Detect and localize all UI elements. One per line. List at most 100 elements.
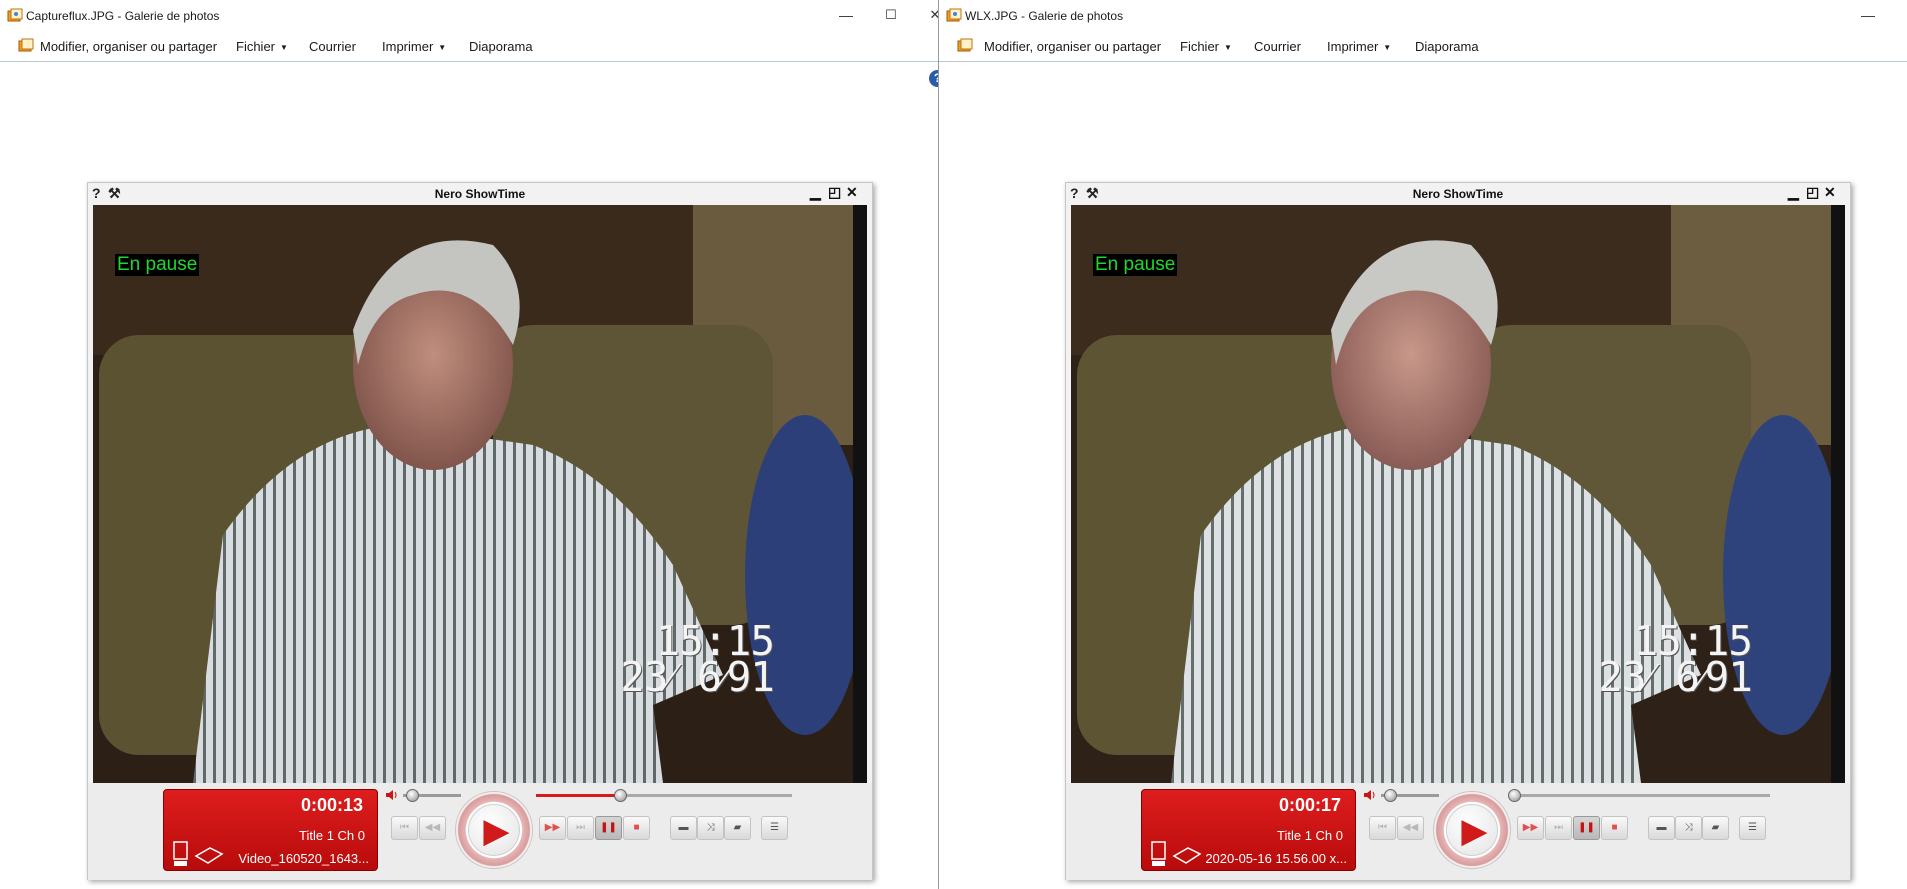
paused-indicator: En pause: [115, 254, 200, 276]
player-controls: 0:00:13 Title 1 Ch 0 Video_160520_1643..…: [88, 783, 872, 880]
menu-mail[interactable]: Courrier: [1254, 39, 1301, 54]
volume-icon[interactable]: [385, 789, 399, 801]
menu-mail[interactable]: Courrier: [309, 39, 356, 54]
volume-slider-thumb[interactable]: [1384, 789, 1397, 802]
file-source-icon: [1151, 841, 1202, 866]
play-control: ▶: [1433, 791, 1511, 869]
time-display: 0:00:17 Title 1 Ch 0 2020-05-16 15.56.00…: [1141, 789, 1356, 871]
skip-forward-icon[interactable]: ⏭: [1545, 816, 1572, 840]
help-icon[interactable]: ?: [929, 70, 938, 87]
menu-slideshow[interactable]: Diaporama: [1415, 39, 1479, 54]
step-back-icon[interactable]: ◀◀: [419, 816, 446, 840]
seek-bar[interactable]: [1508, 789, 1770, 802]
player-title-bar: ? ⚒ Nero ShowTime ▁ ◰ ✕: [88, 183, 872, 205]
seek-bar-thumb[interactable]: [614, 789, 627, 802]
skip-forward-icon[interactable]: ⏭: [567, 816, 594, 840]
menu-file[interactable]: Fichier ▼: [236, 39, 288, 54]
play-icon[interactable]: ▶: [1446, 804, 1498, 856]
shuffle-icon[interactable]: ⤨: [1675, 816, 1702, 840]
elapsed-time: 0:00:17: [1278, 795, 1341, 815]
pause-icon[interactable]: ❚❚: [1573, 816, 1600, 840]
menu-file[interactable]: Fichier ▼: [1180, 39, 1232, 54]
skip-back-icon[interactable]: ⏮: [1369, 816, 1396, 840]
player-minimize-button[interactable]: ▁: [810, 184, 821, 201]
player-close-button[interactable]: ✕: [846, 184, 858, 201]
menu-print[interactable]: Imprimer ▼: [382, 39, 446, 54]
play-icon[interactable]: ▶: [468, 804, 520, 856]
chevron-down-icon: ▼: [1383, 43, 1392, 53]
folder-icon[interactable]: ▰: [724, 816, 751, 840]
step-forward-icon[interactable]: ▶▶: [539, 816, 566, 840]
player-close-button[interactable]: ✕: [1824, 184, 1836, 201]
gallery-app-icon: [946, 8, 962, 22]
chevron-down-icon: ▼: [438, 43, 447, 53]
filename: 2020-05-16 15.56.00 x...: [1205, 851, 1347, 866]
player-title: Nero ShowTime: [434, 187, 526, 201]
skip-back-icon[interactable]: ⏮: [391, 816, 418, 840]
photo-gallery-window-left: Captureflux.JPG - Galerie de photos — ☐ …: [0, 0, 938, 889]
title-chapter-info: Title 1 Ch 0: [1277, 828, 1343, 843]
organise-icon: [957, 38, 973, 52]
chevron-down-icon: ▼: [1224, 43, 1232, 53]
title-chapter-info: Title 1 Ch 0: [299, 828, 365, 843]
video-osd-date: 23⁄ 6⁄91: [1598, 653, 1753, 701]
time-display: 0:00:13 Title 1 Ch 0 Video_160520_1643..…: [163, 789, 378, 871]
seek-bar-thumb[interactable]: [1508, 789, 1521, 802]
step-forward-icon[interactable]: ▶▶: [1517, 816, 1544, 840]
photo-gallery-window-right: WLX.JPG - Galerie de photos — Modifier, …: [938, 0, 1907, 889]
menu-print[interactable]: Imprimer ▼: [1327, 39, 1391, 54]
repeat-icon[interactable]: ▬: [1648, 816, 1675, 840]
elapsed-time: 0:00:13: [300, 795, 363, 815]
folder-icon[interactable]: ▰: [1702, 816, 1729, 840]
play-control: ▶: [455, 791, 533, 869]
playlist-icon[interactable]: ☰: [1739, 816, 1766, 840]
video-osd-date: 23⁄ 6⁄91: [620, 653, 775, 701]
menu-organise[interactable]: Modifier, organiser ou partager: [40, 39, 217, 54]
nero-showtime-window: ? ⚒ Nero ShowTime ▁ ◰ ✕ En pause 15:15 2…: [87, 182, 873, 880]
menu-organise[interactable]: Modifier, organiser ou partager: [984, 39, 1161, 54]
maximize-button[interactable]: ☐: [878, 4, 904, 26]
pause-icon[interactable]: ❚❚: [595, 816, 622, 840]
stop-icon[interactable]: ■: [623, 816, 650, 840]
step-back-icon[interactable]: ◀◀: [1397, 816, 1424, 840]
menu-slideshow[interactable]: Diaporama: [469, 39, 533, 54]
menu-print-label: Imprimer: [1327, 39, 1379, 54]
minimize-button[interactable]: —: [1855, 4, 1881, 26]
player-minimize-button[interactable]: ▁: [1788, 184, 1799, 201]
video-frame[interactable]: En pause 15:15 23⁄ 6⁄91: [1071, 205, 1845, 783]
close-button[interactable]: ✕: [922, 4, 938, 26]
menu-print-label: Imprimer: [382, 39, 434, 54]
gallery-app-icon: [7, 8, 23, 22]
organise-icon: [18, 38, 34, 52]
window-title: WLX.JPG - Galerie de photos: [965, 9, 1124, 23]
player-restore-button[interactable]: ◰: [1806, 184, 1819, 201]
playlist-icon[interactable]: ☰: [761, 816, 788, 840]
minimize-button[interactable]: —: [833, 4, 859, 26]
file-source-icon: [173, 841, 224, 866]
command-bar: Modifier, organiser ou partager Fichier ▼…: [0, 32, 938, 87]
repeat-icon[interactable]: ▬: [670, 816, 697, 840]
player-title-bar: ? ⚒ Nero ShowTime ▁ ◰ ✕: [1066, 183, 1850, 205]
paused-indicator: En pause: [1093, 254, 1178, 276]
filename: Video_160520_1643...: [238, 851, 369, 866]
menu-file-label: Fichier: [236, 39, 276, 54]
window-title-bar: Captureflux.JPG - Galerie de photos — ☐ …: [0, 0, 938, 32]
seek-bar[interactable]: [536, 789, 792, 802]
player-restore-button[interactable]: ◰: [828, 184, 841, 201]
command-bar: Modifier, organiser ou partager Fichier ▼…: [939, 32, 1907, 62]
volume-slider-thumb[interactable]: [406, 789, 419, 802]
window-title: Captureflux.JPG - Galerie de photos: [26, 9, 220, 23]
menu-file-label: Fichier: [1180, 39, 1220, 54]
seek-bar-progress: [536, 794, 620, 797]
window-title-bar: WLX.JPG - Galerie de photos —: [939, 0, 1907, 32]
nero-showtime-window: ? ⚒ Nero ShowTime ▁ ◰ ✕ En pause 15:15 2…: [1065, 182, 1851, 880]
shuffle-icon[interactable]: ⤨: [697, 816, 724, 840]
player-controls: 0:00:17 Title 1 Ch 0 2020-05-16 15.56.00…: [1066, 783, 1850, 880]
chevron-down-icon: ▼: [280, 43, 288, 53]
volume-icon[interactable]: [1363, 789, 1377, 801]
volume-slider[interactable]: [1381, 789, 1439, 802]
stop-icon[interactable]: ■: [1601, 816, 1628, 840]
video-frame[interactable]: En pause 15:15 23⁄ 6⁄91: [93, 205, 867, 783]
volume-slider[interactable]: [403, 789, 461, 802]
player-title: Nero ShowTime: [1412, 187, 1504, 201]
